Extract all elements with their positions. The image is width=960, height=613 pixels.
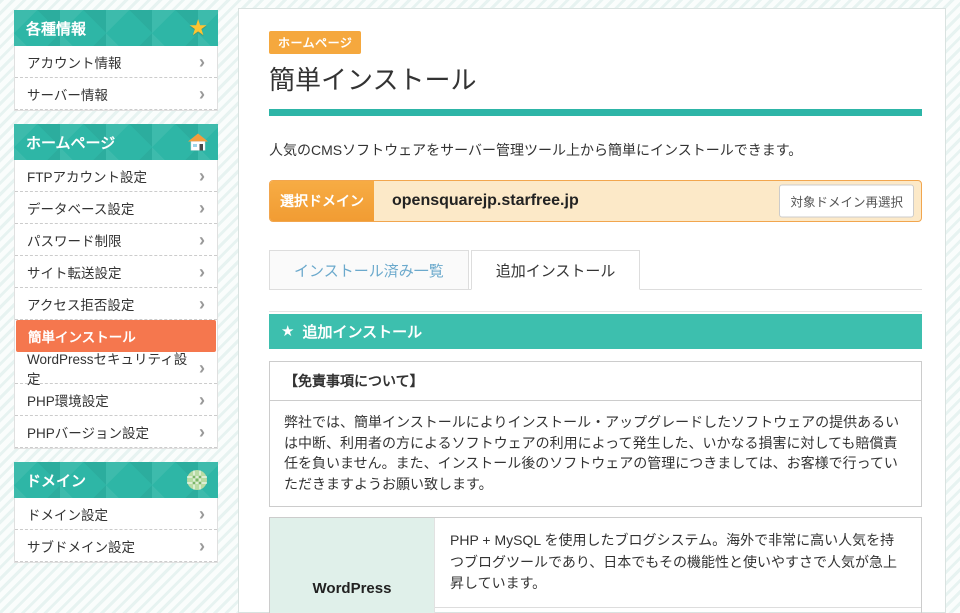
sidebar-item-site-forward[interactable]: サイト転送設定 › [15, 256, 217, 288]
sidebar-section-header-domain: ドメイン [14, 462, 218, 498]
sidebar-item-server-info[interactable]: サーバー情報 › [15, 78, 217, 110]
disclaimer-body: 弊社では、簡単インストールによりインストール・アップグレードしたソフトウェアの提… [270, 401, 921, 506]
disclaimer-box: 【免責事項について】 弊社では、簡単インストールによりインストール・アップグレー… [269, 361, 922, 507]
sidebar-section-header-homepage: ホームページ [14, 124, 218, 160]
sidebar-item-php-version[interactable]: PHPバージョン設定 › [15, 416, 217, 448]
page-description: 人気のCMSソフトウェアをサーバー管理ツール上から簡単にインストールできます。 [269, 140, 922, 160]
sidebar-section-homepage: ホームページ FTPアカウント設定 › データベース設定 › パスワード制限 ›… [14, 124, 218, 449]
chevron-right-icon: › [199, 423, 205, 441]
sidebar-item-php-env[interactable]: PHP環境設定 › [15, 384, 217, 416]
sidebar-item-label: FTPアカウント設定 [27, 166, 147, 186]
sidebar-section-title: ホームページ [26, 132, 115, 153]
main-panel: ホームページ 簡単インストール 人気のCMSソフトウェアをサーバー管理ツール上か… [238, 8, 946, 613]
section-header-add-install: ★ 追加インストール [269, 314, 922, 349]
sidebar-item-label: PHP環境設定 [27, 390, 109, 410]
title-divider [269, 109, 922, 116]
software-name: WordPress [270, 518, 435, 613]
sidebar-item-access-deny[interactable]: アクセス拒否設定 › [15, 288, 217, 320]
chevron-right-icon: › [199, 505, 205, 523]
chevron-right-icon: › [199, 263, 205, 281]
sidebar-section-header-info: 各種情報 ★ [14, 10, 218, 46]
sidebar-item-wp-security[interactable]: WordPressセキュリティ設定 › [15, 352, 217, 384]
sidebar-section-domain: ドメイン ド [14, 462, 218, 563]
tab-add-install[interactable]: 追加インストール [471, 250, 641, 290]
sidebar: 各種情報 ★ アカウント情報 › サーバー情報 › ホームページ [14, 10, 218, 576]
software-row-wordpress: WordPress PHP + MySQL を使用したブログシステム。海外で非常… [269, 517, 922, 613]
chevron-right-icon: › [199, 53, 205, 71]
selected-domain-value: opensquarejp.starfree.jp [392, 192, 579, 210]
reselect-domain-button[interactable]: 対象ドメイン再選択 [779, 185, 914, 218]
home-icon [188, 134, 208, 151]
star-icon: ★ [188, 17, 208, 39]
disclaimer-title: 【免責事項について】 [270, 362, 921, 401]
tab-bar: インストール済み一覧 追加インストール [269, 250, 922, 290]
software-details: PHP + MySQL を使用したブログシステム。海外で非常に高い人気を持つブロ… [435, 518, 921, 613]
section-header-label: 追加インストール [302, 321, 422, 342]
sidebar-item-subdomain-settings[interactable]: サブドメイン設定 › [15, 530, 217, 562]
tab-panel-divider [269, 311, 922, 312]
page-title: 簡単インストール [269, 60, 922, 97]
sidebar-item-database[interactable]: データベース設定 › [15, 192, 217, 224]
chevron-right-icon: › [199, 295, 205, 313]
chevron-right-icon: › [199, 391, 205, 409]
sidebar-item-label: アカウント情報 [27, 52, 122, 72]
selected-domain-label: 選択ドメイン [270, 181, 374, 221]
software-actions: インストール設定 [435, 608, 921, 613]
sidebar-item-label: アクセス拒否設定 [27, 294, 134, 314]
sidebar-section-title: 各種情報 [26, 18, 86, 39]
tab-installed-list[interactable]: インストール済み一覧 [269, 250, 469, 290]
sidebar-item-domain-settings[interactable]: ドメイン設定 › [15, 498, 217, 530]
sidebar-item-label: サーバー情報 [27, 84, 108, 104]
globe-icon [186, 469, 208, 491]
chevron-right-icon: › [199, 85, 205, 103]
sidebar-item-password-limit[interactable]: パスワード制限 › [15, 224, 217, 256]
chevron-right-icon: › [199, 359, 205, 377]
sidebar-item-label: ドメイン設定 [27, 504, 108, 524]
sidebar-section-info: 各種情報 ★ アカウント情報 › サーバー情報 › [14, 10, 218, 111]
sidebar-item-ftp-account[interactable]: FTPアカウント設定 › [15, 160, 217, 192]
sidebar-item-label: PHPバージョン設定 [27, 422, 149, 442]
chevron-right-icon: › [199, 199, 205, 217]
sidebar-item-label: 簡単インストール [28, 326, 136, 346]
star-icon: ★ [281, 324, 294, 339]
sidebar-item-account-info[interactable]: アカウント情報 › [15, 46, 217, 78]
chevron-right-icon: › [199, 537, 205, 555]
chevron-right-icon: › [199, 167, 205, 185]
sidebar-item-label: パスワード制限 [27, 230, 122, 250]
selected-domain-bar: 選択ドメイン opensquarejp.starfree.jp 対象ドメイン再選… [269, 180, 922, 222]
chevron-right-icon: › [199, 231, 205, 249]
sidebar-item-label: WordPressセキュリティ設定 [27, 348, 199, 388]
sidebar-item-label: サイト転送設定 [27, 262, 122, 282]
category-badge: ホームページ [269, 31, 361, 54]
sidebar-section-title: ドメイン [26, 470, 86, 491]
software-description: PHP + MySQL を使用したブログシステム。海外で非常に高い人気を持つブロ… [435, 518, 921, 608]
sidebar-item-label: データベース設定 [27, 198, 134, 218]
sidebar-item-label: サブドメイン設定 [27, 536, 135, 556]
